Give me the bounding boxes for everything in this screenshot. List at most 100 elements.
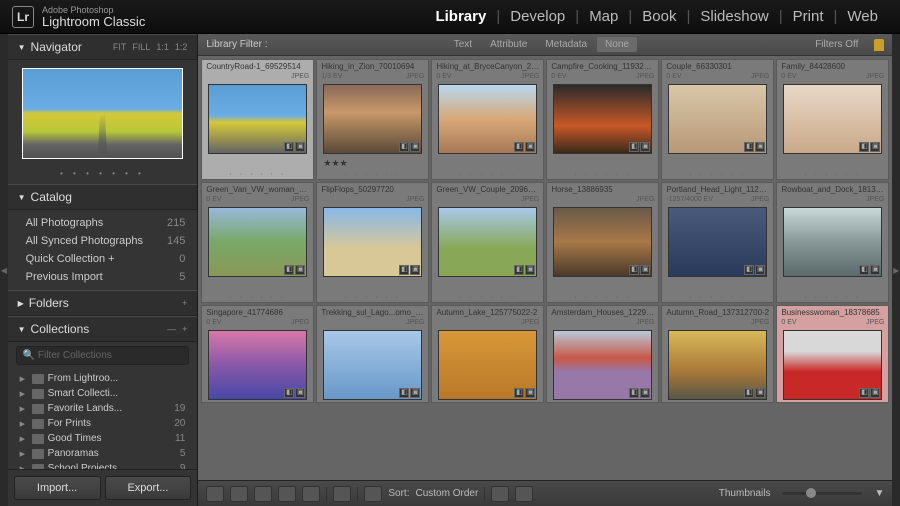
thumbnail-image[interactable]: ◧▣: [783, 330, 882, 400]
thumbnail-image[interactable]: ◧▣: [323, 330, 422, 400]
module-library[interactable]: Library: [425, 8, 496, 25]
grid-cell[interactable]: Green_VW_Couple_209689493 JPEG ◧▣ · · · …: [431, 182, 544, 303]
badge-icon[interactable]: ▣: [410, 388, 420, 398]
rating-stars[interactable]: [662, 279, 773, 293]
badge-icon[interactable]: ◧: [744, 142, 754, 152]
grid-cell[interactable]: Horse_13886935 JPEG ◧▣ · · · · · ·: [546, 182, 659, 303]
add-icon[interactable]: +: [182, 324, 187, 334]
add-icon[interactable]: +: [182, 298, 187, 308]
badge-icon[interactable]: ◧: [629, 265, 639, 275]
rating-stars[interactable]: [547, 156, 658, 170]
left-panel-toggle[interactable]: ◀: [0, 34, 8, 506]
thumbnail-image[interactable]: ◧▣: [323, 84, 422, 154]
badge-icon[interactable]: ◧: [284, 388, 294, 398]
badge-icon[interactable]: ▣: [640, 265, 650, 275]
badge-icon[interactable]: ▣: [870, 142, 880, 152]
rating-stars[interactable]: [432, 156, 543, 170]
import-button[interactable]: Import...: [14, 476, 101, 500]
badge-icon[interactable]: ▣: [525, 388, 535, 398]
grid-cell[interactable]: Family_84428600 0 EVJPEG ◧▣ · · · · · ·: [776, 59, 889, 180]
collection-item[interactable]: ▶Good Times11: [8, 431, 198, 446]
module-develop[interactable]: Develop: [500, 8, 575, 25]
grid-cell[interactable]: Hiking_at_BryceCanyon_211015870 0 EVJPEG…: [431, 59, 544, 180]
filter-tab-text[interactable]: Text: [446, 37, 480, 52]
badge-icon[interactable]: ▣: [525, 142, 535, 152]
module-slideshow[interactable]: Slideshow: [690, 8, 778, 25]
badge-icon[interactable]: ◧: [859, 388, 869, 398]
lock-icon[interactable]: [874, 39, 884, 51]
thumbnail-image[interactable]: ◧▣: [438, 207, 537, 277]
grid-cell[interactable]: Autumn_Lake_125775022-2 JPEG ◧▣: [431, 305, 544, 403]
reject-icon[interactable]: [515, 486, 533, 502]
grid-cell[interactable]: Trekking_sul_Lago...omo_193954248 JPEG ◧…: [316, 305, 429, 403]
badge-icon[interactable]: ◧: [744, 388, 754, 398]
sort-direction-icon[interactable]: [364, 486, 382, 502]
rating-stars[interactable]: ★★★: [317, 156, 428, 170]
badge-icon[interactable]: ▣: [870, 265, 880, 275]
rating-stars[interactable]: [547, 279, 658, 293]
people-view-icon[interactable]: [302, 486, 320, 502]
thumbnail-image[interactable]: ◧▣: [208, 330, 307, 400]
badge-icon[interactable]: ▣: [870, 388, 880, 398]
right-panel-toggle[interactable]: ▶: [892, 34, 900, 506]
grid-view-icon[interactable]: [206, 486, 224, 502]
folders-header[interactable]: ▶ Folders +: [8, 290, 198, 316]
badge-icon[interactable]: ◧: [399, 142, 409, 152]
badge-icon[interactable]: ▣: [640, 142, 650, 152]
thumbnail-image[interactable]: ◧▣: [438, 330, 537, 400]
module-map[interactable]: Map: [579, 8, 628, 25]
catalog-item[interactable]: All Photographs215: [8, 214, 198, 232]
grid-cell[interactable]: Amsterdam_Houses_122940375 JPEG ◧▣: [546, 305, 659, 403]
badge-icon[interactable]: ◧: [514, 388, 524, 398]
badge-icon[interactable]: ◧: [629, 142, 639, 152]
badge-icon[interactable]: ▣: [640, 388, 650, 398]
catalog-item[interactable]: Previous Import5: [8, 268, 198, 286]
grid-cell[interactable]: Couple_66330301 0 EVJPEG ◧▣ · · · · · ·: [661, 59, 774, 180]
navigator-header[interactable]: ▼ Navigator FITFILL1:11:2: [8, 34, 198, 60]
zoom-FILL[interactable]: FILL: [132, 42, 150, 52]
survey-view-icon[interactable]: [278, 486, 296, 502]
catalog-header[interactable]: ▼ Catalog: [8, 184, 198, 210]
thumbnail-image[interactable]: ◧▣: [438, 84, 537, 154]
rating-stars[interactable]: [777, 156, 888, 170]
collections-header[interactable]: ▼ Collections — +: [8, 316, 198, 342]
flag-icon[interactable]: [491, 486, 509, 502]
sort-value[interactable]: Custom Order: [416, 488, 479, 499]
thumbnail-image[interactable]: ◧▣: [668, 207, 767, 277]
badge-icon[interactable]: ▣: [295, 265, 305, 275]
filter-tab-attribute[interactable]: Attribute: [482, 37, 535, 52]
badge-icon[interactable]: ▣: [755, 142, 765, 152]
thumbnail-image[interactable]: ◧▣: [208, 84, 307, 154]
grid-cell[interactable]: Hiking_in_Zion_70010694 1/3 EVJPEG ◧▣ ★★…: [316, 59, 429, 180]
grid-cell[interactable]: FlipFlops_50297720 JPEG ◧▣ · · · · · ·: [316, 182, 429, 303]
rating-stars[interactable]: [202, 279, 313, 293]
rating-stars[interactable]: [777, 279, 888, 293]
zoom-1:2[interactable]: 1:2: [175, 42, 188, 52]
filters-off-toggle[interactable]: Filters Off: [815, 39, 858, 50]
grid-cell[interactable]: Green_Van_VW_woman_09741797 0 EVJPEG ◧▣ …: [201, 182, 314, 303]
badge-icon[interactable]: ◧: [629, 388, 639, 398]
thumbnail-image[interactable]: ◧▣: [553, 207, 652, 277]
navigator-zoom-modes[interactable]: FITFILL1:11:2: [113, 42, 188, 52]
badge-icon[interactable]: ▣: [755, 388, 765, 398]
thumbnail-image[interactable]: ◧▣: [323, 207, 422, 277]
grid-cell[interactable]: CountryRoad-1_69529514 JPEG ◧▣ · · · · ·…: [201, 59, 314, 180]
rating-stars[interactable]: [432, 279, 543, 293]
badge-icon[interactable]: ▣: [410, 265, 420, 275]
badge-icon[interactable]: ▣: [755, 265, 765, 275]
loupe-view-icon[interactable]: [230, 486, 248, 502]
filter-tab-metadata[interactable]: Metadata: [537, 37, 595, 52]
rating-stars[interactable]: [202, 156, 313, 170]
thumbnail-image[interactable]: ◧▣: [208, 207, 307, 277]
zoom-FIT[interactable]: FIT: [113, 42, 127, 52]
grid-cell[interactable]: Autumn_Road_137312700-2 JPEG ◧▣: [661, 305, 774, 403]
thumbnail-image[interactable]: ◧▣: [553, 84, 652, 154]
thumbnail-image[interactable]: ◧▣: [668, 84, 767, 154]
badge-icon[interactable]: ◧: [399, 265, 409, 275]
badge-icon[interactable]: ▣: [525, 265, 535, 275]
grid-cell[interactable]: Businesswoman_18378685 0 EVJPEG ◧▣: [776, 305, 889, 403]
thumbnail-image[interactable]: ◧▣: [668, 330, 767, 400]
toolbar-menu-icon[interactable]: ▼: [874, 488, 884, 499]
badge-icon[interactable]: ▣: [410, 142, 420, 152]
badge-icon[interactable]: ◧: [514, 265, 524, 275]
